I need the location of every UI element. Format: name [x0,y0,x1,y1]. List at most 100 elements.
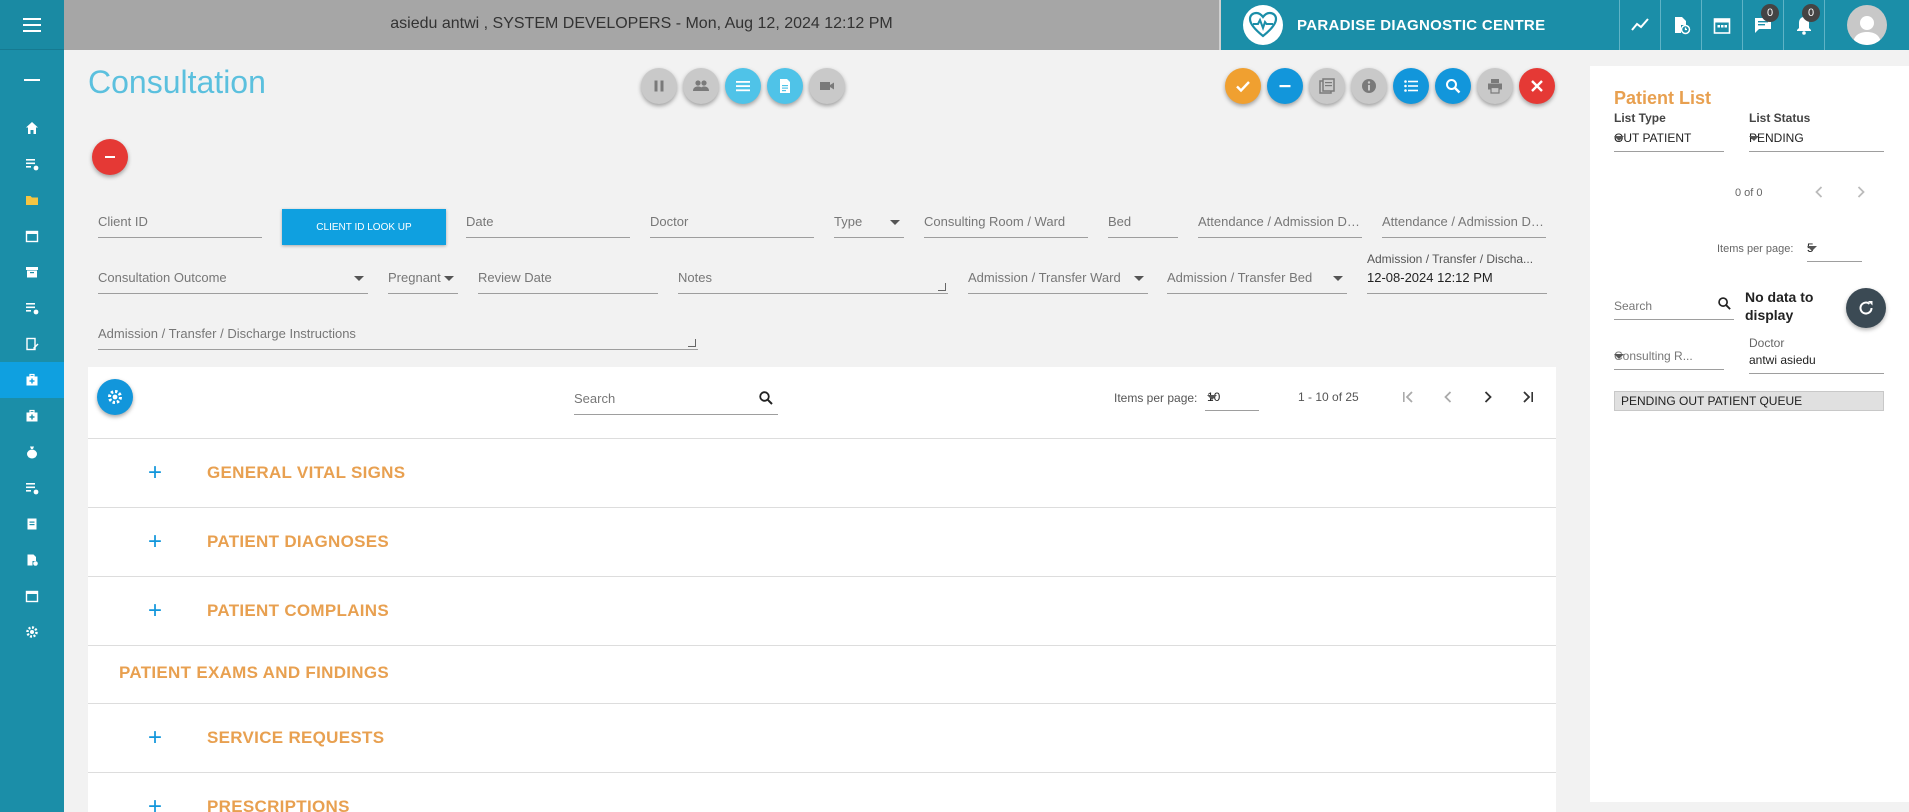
sidebar-item-folders[interactable] [0,182,64,218]
collapse-button[interactable] [0,50,64,110]
remove-form-button[interactable] [92,139,128,175]
section-general-vital-signs[interactable]: + GENERAL VITAL SIGNS [88,439,1556,508]
previous-page-button[interactable] [1436,385,1460,409]
sidebar-item-home[interactable] [0,110,64,146]
sidebar-item-lists[interactable] [0,470,64,506]
remove-button[interactable] [1267,68,1303,104]
calendar-icon [1713,18,1731,34]
notes-textarea[interactable]: Notes [678,254,948,294]
pending-queue-label[interactable]: PENDING OUT PATIENT QUEUE [1614,391,1884,411]
info-button[interactable] [1351,68,1387,104]
list-view-button[interactable] [1393,68,1429,104]
notifications-badge: 0 [1802,4,1820,22]
patient-list-next-button[interactable] [1852,183,1870,206]
patient-list-previous-button[interactable] [1810,183,1828,206]
resize-handle-icon[interactable] [938,283,946,291]
date-input[interactable]: Date [466,198,630,238]
dropdown-caret-icon [890,220,900,225]
people-button[interactable] [683,68,719,104]
document-button[interactable] [767,68,803,104]
section-patient-diagnoses[interactable]: + PATIENT DIAGNOSES [88,508,1556,577]
search-button[interactable] [1435,68,1471,104]
list-settings-icon [26,303,39,315]
plus-icon[interactable]: + [148,726,162,750]
plus-icon[interactable]: + [148,795,162,812]
sidebar-item-archive[interactable] [0,254,64,290]
sidebar-item-file-settings[interactable] [0,542,64,578]
list-type-select[interactable]: OUT PATIENT [1614,126,1724,152]
instructions-textarea[interactable]: Admission / Transfer / Discharge Instruc… [98,310,698,350]
patient-list-title: Patient List [1614,88,1712,108]
plus-icon[interactable]: + [148,461,162,485]
transfer-bed-select[interactable]: Admission / Transfer Bed [1167,254,1347,294]
sidebar-item-documents[interactable] [0,506,64,542]
patient-list-items-per-page-select[interactable]: 5 [1807,236,1862,262]
items-per-page-select[interactable]: 10 [1205,381,1259,411]
confirm-button[interactable] [1225,68,1261,104]
sidebar-item-schedule[interactable] [0,578,64,614]
sidebar-item-billing[interactable] [0,290,64,326]
client-id-lookup-button[interactable]: CLIENT ID LOOK UP [282,209,446,245]
print-button[interactable] [1477,68,1513,104]
client-id-input[interactable]: Client ID [98,198,262,238]
archive-icon [26,267,38,278]
bed-input[interactable]: Bed [1108,198,1178,238]
sidebar-item-calendar[interactable] [0,218,64,254]
panel-settings-button[interactable] [97,379,133,415]
next-page-button[interactable] [1476,385,1500,409]
plus-icon[interactable]: + [148,599,162,623]
file-history-button[interactable] [1660,0,1701,50]
patient-list-search-input[interactable]: Search [1614,288,1734,320]
consulting-room-input[interactable]: Consulting Room / Ward [924,198,1088,238]
list-menu-button[interactable] [725,68,761,104]
video-call-button[interactable] [809,68,845,104]
notifications-button[interactable]: 0 [1783,0,1824,50]
list-status-label: List Status [1749,111,1811,125]
attendance-date-input[interactable]: Attendance / Admission Date [1198,198,1362,238]
type-select[interactable]: Type [834,198,904,238]
patient-list-consulting-room-select[interactable]: Consulting R... [1614,344,1724,370]
resize-handle-icon[interactable] [688,339,696,347]
last-page-button[interactable] [1516,385,1540,409]
doctor-select[interactable]: antwi asiedu [1749,348,1884,374]
report-edit-icon [26,337,39,351]
patient-list-panel: Patient List List Type OUT PATIENT List … [1590,66,1909,802]
panel-search-input[interactable]: Search [574,377,778,415]
review-date-input[interactable]: Review Date [478,254,658,294]
pregnant-select[interactable]: Pregnant [388,254,458,294]
attendance-duration-input[interactable]: Attendance / Admission Du... [1382,198,1546,238]
calendar-button[interactable] [1701,0,1742,50]
user-menu[interactable] [1824,0,1909,50]
menu-button[interactable] [0,0,64,50]
analytics-button[interactable] [1619,0,1660,50]
sidebar-item-finance[interactable] [0,434,64,470]
messages-button[interactable]: 0 [1742,0,1783,50]
people-icon [693,80,709,91]
first-page-button[interactable] [1396,385,1420,409]
hamburger-icon [23,17,41,32]
chevron-left-icon [1815,186,1823,198]
discharge-datetime-input[interactable]: Admission / Transfer / Discha... 12-08-2… [1367,250,1547,294]
plus-icon[interactable]: + [148,530,162,554]
sidebar-item-settings[interactable] [0,614,64,650]
first-page-icon [1403,391,1413,403]
library-button[interactable] [1309,68,1345,104]
chevron-right-icon [1857,186,1865,198]
list-status-select[interactable]: PENDING [1749,126,1884,152]
doctor-input[interactable]: Doctor [650,198,814,238]
transfer-ward-select[interactable]: Admission / Transfer Ward [968,254,1148,294]
consultation-outcome-select[interactable]: Consultation Outcome [98,254,368,294]
sidebar-item-records[interactable] [0,146,64,182]
section-patient-exams-and-findings[interactable]: PATIENT EXAMS AND FINDINGS [88,646,1556,704]
refresh-button[interactable] [1846,288,1886,328]
pause-button[interactable] [641,68,677,104]
bulleted-list-icon [1404,80,1418,92]
section-service-requests[interactable]: + SERVICE REQUESTS [88,704,1556,773]
close-button[interactable] [1519,68,1555,104]
list-settings-icon [26,159,39,171]
sidebar-item-medical[interactable] [0,398,64,434]
section-prescriptions[interactable]: + PRESCRIPTIONS [88,773,1556,812]
sidebar-item-consultation[interactable] [0,362,64,398]
sidebar-item-reports[interactable] [0,326,64,362]
section-patient-complains[interactable]: + PATIENT COMPLAINS [88,577,1556,646]
